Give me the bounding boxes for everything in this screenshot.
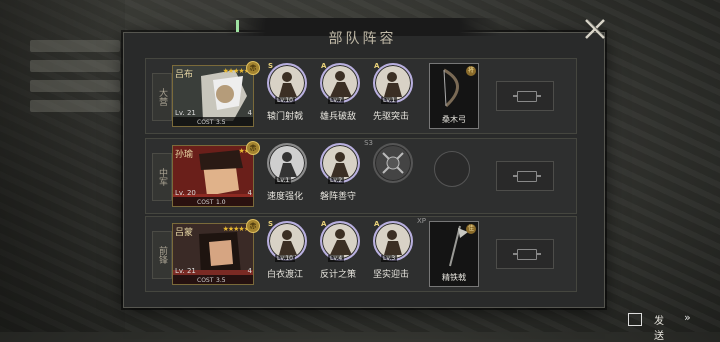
equipment-mark: 将: [466, 66, 476, 76]
title-marker: [236, 20, 239, 32]
send-label: 发送: [654, 316, 664, 342]
page-title: 部队阵容: [328, 31, 397, 47]
row-label: 中军: [152, 153, 172, 201]
skill-slot[interactable]: A Lv.7 雄兵破敌: [313, 62, 363, 129]
equipment-mark: 佳: [466, 224, 476, 234]
skill-slot[interactable]: S Lv.10 辕门射戟: [260, 62, 310, 129]
crossed-swords-icon: [382, 152, 404, 174]
lineup-row-2: 前锋 吕蒙 ★★★★★ Lv. 21 4 COST 3.5 赤 S Lv.10 …: [145, 216, 577, 292]
skill-level: Lv.10: [275, 255, 295, 262]
hero-badge: 4: [247, 109, 252, 117]
warrior-silhouette-icon: [331, 152, 349, 177]
hero-card[interactable]: 吕蒙 ★★★★★ Lv. 21 4 COST 3.5: [172, 223, 254, 285]
lineup-row-1: 中军 孙瑜 ★★ Lv. 20 4 COST 1.0 赤 Lv.1 速度强化 S…: [145, 138, 577, 214]
skill-level: Lv.1: [275, 177, 292, 184]
skill-level: Lv.3: [381, 255, 398, 262]
empty-slot-icon: [513, 171, 541, 182]
background-ghost-menu: [30, 40, 120, 150]
chevron-right-icon: »: [684, 311, 691, 324]
row-label: 前锋: [152, 231, 172, 279]
empty-slot-icon: [513, 91, 541, 102]
skill-grade: A: [321, 62, 327, 70]
empty-equipment-slot[interactable]: [434, 151, 470, 187]
skill-slot-empty[interactable]: [366, 143, 416, 209]
lineup-row-0: 大营 吕布 ★★★★★ Lv. 21 4 COST 3.5 赤 S Lv.10 …: [145, 58, 577, 134]
skill-grade: S: [268, 62, 274, 70]
skill-level: Lv.2: [328, 177, 345, 184]
skill-slot[interactable]: XP A Lv.3 坚实迎击: [366, 217, 426, 287]
hero-card[interactable]: 吕布 ★★★★★ Lv. 21 4 COST 3.5: [172, 65, 254, 127]
equipment-slot[interactable]: 佳 精铁戟: [429, 221, 479, 287]
skill-slot[interactable]: Lv.1 速度强化: [260, 143, 310, 209]
skill-grade: A: [321, 220, 327, 228]
hero-cost: 1.0: [216, 199, 226, 206]
close-button[interactable]: [582, 16, 608, 42]
faction-seal: 赤: [246, 61, 260, 75]
warrior-silhouette-icon: [279, 230, 297, 255]
equipment-slot[interactable]: 将 桑木弓: [429, 63, 479, 129]
row-label: 大营: [152, 73, 172, 121]
skill-level: Lv.1: [381, 97, 398, 104]
faction-seal: 赤: [246, 141, 260, 155]
hero-cost-label: COST: [197, 199, 214, 206]
skill-level: Lv.7: [328, 97, 345, 104]
hero-cost: 3.5: [216, 119, 226, 126]
faction-seal: 赤: [246, 219, 260, 233]
skill-icon: [373, 143, 413, 183]
equipment-name: 桑木弓: [442, 115, 466, 124]
title-bar: 部队阵容: [225, 18, 500, 47]
empty-slot[interactable]: [496, 81, 554, 111]
hero-card[interactable]: 孙瑜 ★★ Lv. 20 4 COST 1.0: [172, 145, 254, 207]
skill-grade: A: [374, 62, 380, 70]
warrior-silhouette-icon: [330, 71, 352, 97]
skill-name: 磐阵善守: [319, 192, 356, 202]
skill-slot[interactable]: A Lv.4 反计之策: [313, 220, 363, 287]
skill-grade: S: [268, 220, 274, 228]
skill-slot[interactable]: S3 Lv.2 磐阵善守: [313, 139, 373, 209]
share-icon: [628, 313, 642, 326]
hero-cost-label: COST: [197, 119, 214, 126]
warrior-silhouette-icon: [384, 230, 402, 255]
close-x-icon: [585, 19, 605, 39]
warrior-silhouette-icon: [330, 229, 352, 255]
hero-cost-label: COST: [197, 277, 214, 284]
skill-slot[interactable]: S Lv.10 白衣渡江: [260, 220, 310, 287]
skill-slot[interactable]: A Lv.1 先驱突击: [366, 62, 416, 129]
hero-level: Lv. 20: [175, 189, 196, 197]
warrior-silhouette-icon: [279, 152, 297, 177]
warrior-silhouette-icon: [384, 72, 402, 97]
empty-slot-icon: [513, 249, 541, 260]
hero-level: Lv. 21: [175, 109, 196, 117]
skill-grade: A: [374, 220, 380, 228]
empty-slot[interactable]: [496, 161, 554, 191]
hero-name: 孙瑜: [175, 150, 194, 160]
hero-badge: 4: [247, 189, 252, 197]
skill-name: 坚实迎击: [372, 270, 409, 280]
hero-level: Lv. 21: [175, 267, 196, 275]
skill-tag: XP: [416, 217, 426, 225]
hero-badge: 4: [247, 267, 252, 275]
skill-name: 先驱突击: [372, 112, 409, 122]
empty-slot[interactable]: [496, 239, 554, 269]
hero-name: 吕布: [175, 70, 194, 80]
hero-name: 吕蒙: [175, 228, 194, 238]
warrior-silhouette-icon: [279, 72, 297, 97]
equipment-name: 精铁戟: [442, 273, 466, 282]
skill-level: Lv.10: [275, 97, 295, 104]
hero-cost: 3.5: [216, 277, 226, 284]
skill-level: Lv.4: [328, 255, 345, 262]
